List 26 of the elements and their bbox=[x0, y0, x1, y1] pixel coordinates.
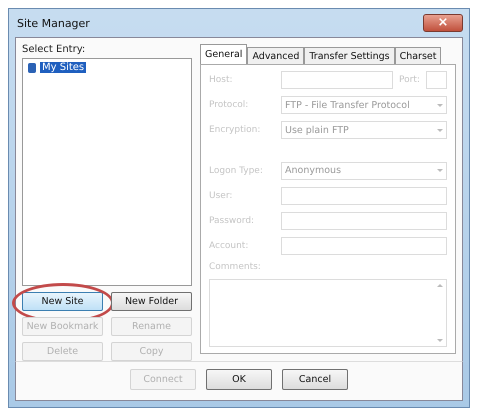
caret-icon bbox=[437, 104, 443, 106]
tree-item[interactable]: My Sites bbox=[40, 62, 86, 73]
button[interactable]: Cancel bbox=[282, 369, 348, 390]
field-label: Password: bbox=[209, 216, 256, 226]
button[interactable]: New Site bbox=[22, 292, 103, 311]
tab[interactable]: Charset bbox=[394, 47, 442, 64]
field-label: Logon Type: bbox=[209, 166, 264, 176]
caret-icon bbox=[437, 169, 443, 172]
scroll-down-icon bbox=[437, 339, 443, 342]
tab[interactable]: Transfer Settings bbox=[304, 47, 395, 64]
field-label: Port: bbox=[399, 75, 420, 85]
tab[interactable]: General bbox=[200, 44, 248, 64]
select-entry-label: Select Entry: bbox=[22, 44, 86, 55]
field-label: Encryption: bbox=[209, 125, 262, 135]
field-label: Comments: bbox=[209, 262, 261, 272]
button[interactable]: OK bbox=[206, 369, 272, 390]
window-title: Site Manager bbox=[16, 16, 90, 30]
folder-icon bbox=[28, 62, 36, 72]
field-label: Host: bbox=[209, 75, 234, 85]
caret-icon bbox=[437, 128, 443, 132]
scroll-up-icon bbox=[437, 284, 443, 287]
field-label: User: bbox=[209, 190, 234, 201]
tab[interactable]: Advanced bbox=[247, 47, 304, 64]
field-label: Protocol: bbox=[209, 100, 250, 110]
field-label: Account: bbox=[209, 240, 250, 251]
button[interactable]: New Folder bbox=[111, 292, 192, 311]
